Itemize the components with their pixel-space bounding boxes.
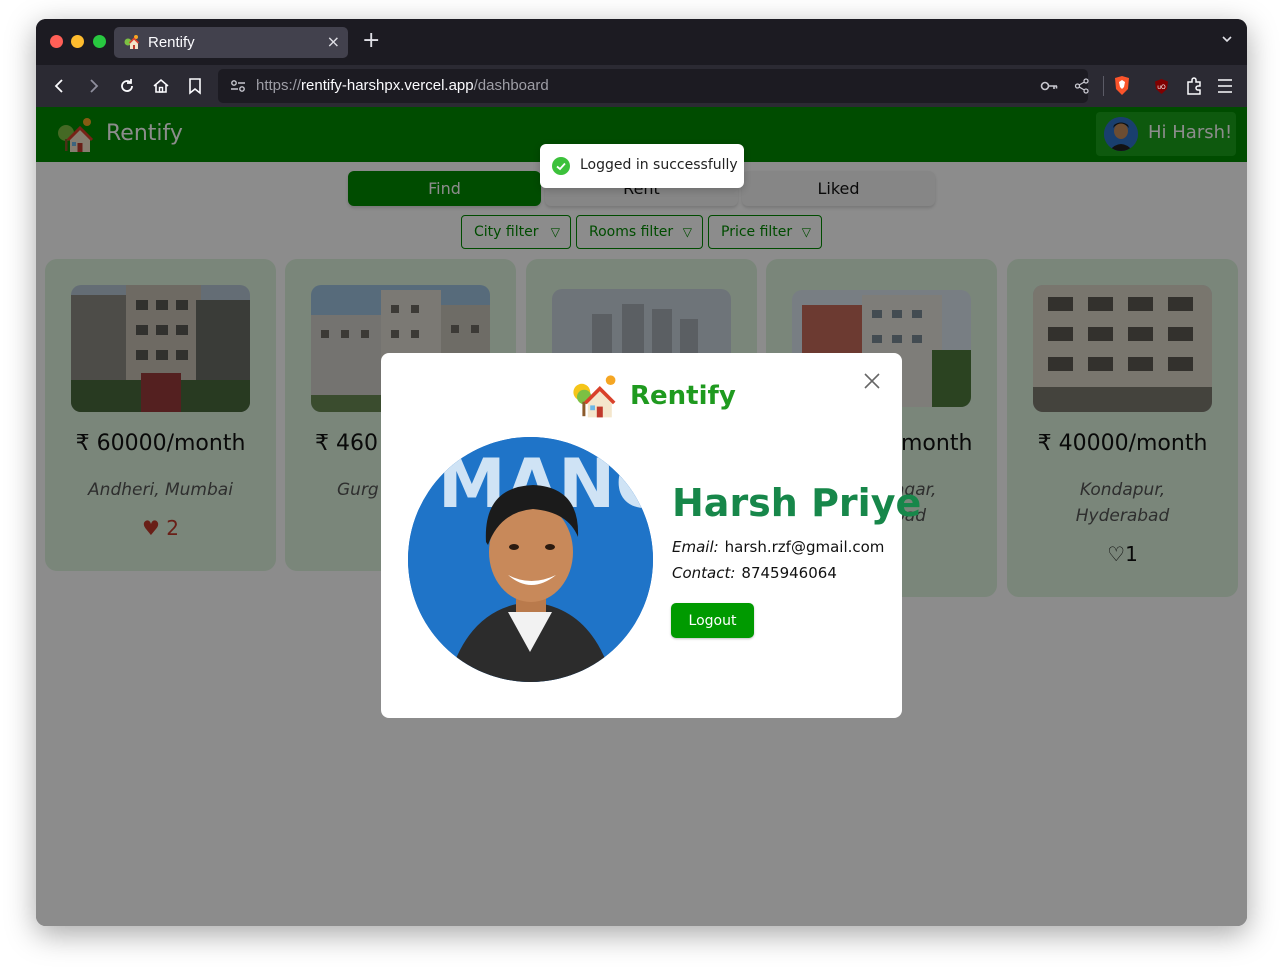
ublock-origin-icon[interactable]: uO: [1153, 78, 1170, 95]
profile-photo-image: MANC: [408, 437, 653, 682]
chevron-down-icon[interactable]: [1221, 33, 1233, 45]
svg-text:uO: uO: [1157, 84, 1166, 91]
url-text[interactable]: https://rentify-harshpx.vercel.app/dashb…: [256, 77, 549, 94]
tab-title: Rentify: [148, 34, 195, 51]
rentify-logo: [573, 375, 616, 418]
new-tab-button[interactable]: +: [362, 29, 380, 53]
modal-brand-name: Rentify: [630, 381, 736, 411]
back-button[interactable]: [48, 74, 72, 98]
check-circle-icon: [552, 157, 570, 175]
browser-window: Rentify × + https://rentify-harshpx.verc…: [36, 19, 1247, 926]
close-window-button[interactable]: [50, 35, 63, 48]
profile-modal: Rentify MANC Harsh Priye Email: harsh.rz…: [381, 353, 921, 718]
home-icon: [153, 78, 169, 93]
profile-contact-row: Contact: 8745946064: [672, 564, 837, 582]
share-icon[interactable]: [1074, 78, 1090, 94]
maximize-window-button[interactable]: [93, 35, 106, 48]
email-label: Email:: [672, 538, 719, 556]
url-bar[interactable]: https://rentify-harshpx.vercel.app/dashb…: [218, 69, 1090, 103]
email-value: harsh.rzf@gmail.com: [724, 538, 885, 556]
profile-name: Harsh Priye: [672, 481, 922, 525]
profile-email-row: Email: harsh.rzf@gmail.com: [672, 538, 884, 556]
site-settings-icon[interactable]: [230, 79, 246, 93]
arrow-right-icon: [90, 79, 99, 93]
page-content: Rentify Hi Harsh! Find Rent Liked City f…: [36, 107, 1247, 926]
url-path: /dashboard: [473, 77, 549, 94]
toolbar-divider: [1103, 76, 1104, 96]
extensions-icon[interactable]: [1184, 76, 1204, 96]
success-toast: Logged in successfully: [540, 144, 744, 188]
tab-close-icon[interactable]: ×: [327, 32, 340, 51]
toast-message: Logged in successfully: [580, 157, 738, 173]
menu-icon[interactable]: [1216, 78, 1234, 94]
bookmark-button[interactable]: [183, 74, 207, 98]
tab-bar: Rentify × +: [36, 19, 1247, 65]
arrow-left-icon: [54, 79, 63, 93]
browser-tab[interactable]: Rentify ×: [114, 27, 348, 58]
reload-button[interactable]: [115, 74, 139, 98]
navigation-bar: https://rentify-harshpx.vercel.app/dashb…: [36, 65, 1247, 107]
minimize-window-button[interactable]: [71, 35, 84, 48]
home-button[interactable]: [149, 74, 173, 98]
close-icon[interactable]: [862, 371, 882, 391]
url-scheme: https://: [256, 77, 302, 94]
contact-label: Contact:: [672, 564, 736, 582]
profile-photo: MANC: [408, 437, 653, 682]
logout-button[interactable]: Logout: [671, 603, 754, 638]
bookmark-icon: [189, 78, 201, 95]
contact-value: 8745946064: [741, 564, 837, 582]
forward-button[interactable]: [81, 74, 105, 98]
key-icon[interactable]: [1040, 79, 1058, 93]
brave-shield-icon[interactable]: [1113, 75, 1131, 96]
reload-icon: [121, 79, 133, 92]
url-host: rentify-harshpx.vercel.app: [301, 77, 474, 94]
house-icon: [124, 35, 140, 49]
